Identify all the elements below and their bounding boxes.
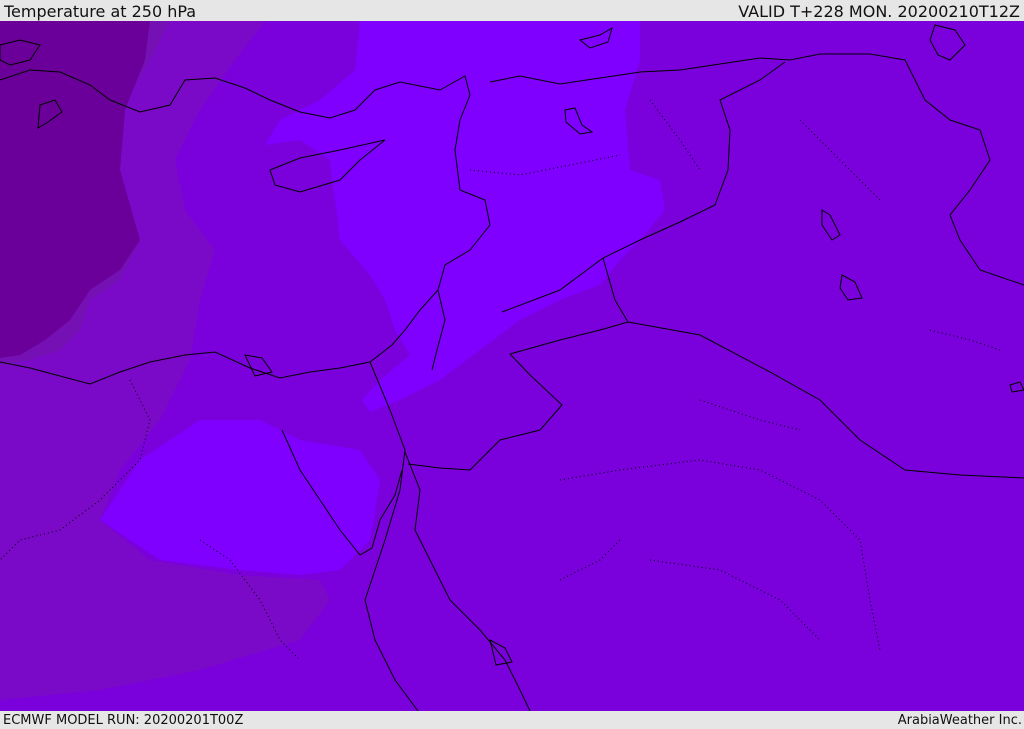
credit-label: ArabiaWeather Inc. [897, 713, 1022, 728]
valid-time-label: VALID T+228 MON. 20200210T12Z [738, 2, 1020, 21]
model-run-label: ECMWF MODEL RUN: 20200201T00Z [3, 713, 244, 728]
map-viewer: Temperature at 250 hPa VALID T+228 MON. … [0, 0, 1024, 729]
map-svg [0, 21, 1024, 711]
map-title: Temperature at 250 hPa [4, 2, 197, 21]
map-header: Temperature at 250 hPa VALID T+228 MON. … [0, 0, 1024, 21]
map-footer: ECMWF MODEL RUN: 20200201T00Z ArabiaWeat… [0, 711, 1024, 729]
temperature-map[interactable] [0, 21, 1024, 711]
